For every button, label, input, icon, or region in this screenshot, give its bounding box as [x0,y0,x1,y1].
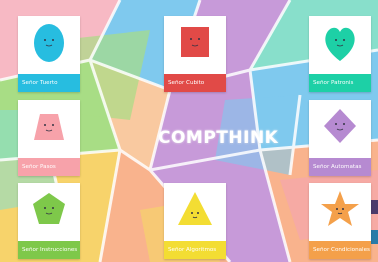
pentagon-character-icon [33,193,65,224]
character-card-pasos[interactable]: Señor Pasos [18,100,80,176]
character-card-condicionales[interactable]: Señor Condicionales [309,183,371,259]
card-label: Señor Patronis [309,74,371,92]
card-label: Señor Cubito [164,74,226,92]
star-character-icon [321,191,359,226]
card-label: Señor Condicionales [309,241,371,259]
oval-character-icon [34,24,64,62]
diamond-character-icon [324,109,356,143]
character-card-patronis[interactable]: Señor Patronis [309,16,371,92]
card-label: Señor Automatas [309,158,371,176]
card-label: Señor Pasos [18,158,80,176]
edge-decoration [370,230,378,244]
square-character-icon [181,27,209,57]
character-card-instrucciones[interactable]: Señor Instrucciones [18,183,80,259]
character-card-cubito[interactable]: Señor Cubito [164,16,226,92]
card-label: Señor Algoritmos [164,241,226,259]
heart-character-icon [325,27,355,61]
card-label: Señor Instrucciones [18,241,80,259]
trapezoid-character-icon [34,114,64,140]
edge-decoration [370,200,378,214]
triangle-character-icon [178,192,212,225]
character-card-automatas[interactable]: Señor Automatas [309,100,371,176]
character-card-algoritmos[interactable]: Señor Algoritmos [164,183,226,259]
character-card-tuerto[interactable]: Señor Tuerto [18,16,80,92]
card-label: Señor Tuerto [18,74,80,92]
game-title: COMPTHINK [158,128,279,148]
game-screen: COMPTHINK Señor Tuerto Señor Cubito Seño… [0,0,378,262]
